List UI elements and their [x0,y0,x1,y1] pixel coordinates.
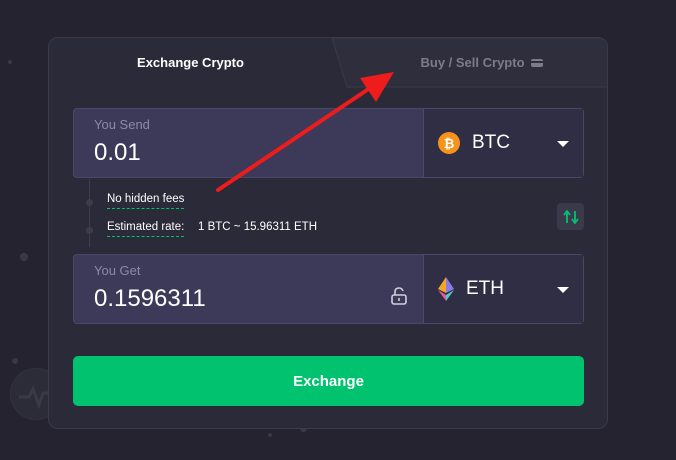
swap-arrows-icon [562,209,579,224]
exchange-button[interactable]: Exchange [73,356,584,406]
credit-card-icon [530,58,543,67]
exchange-widget: Exchange Crypto Buy / Sell Crypto You Se… [48,37,608,429]
background-dot [12,358,18,364]
send-amount-input[interactable]: 0.01 [94,139,141,167]
info-connector-line [89,179,90,247]
tab-buy-sell-crypto[interactable]: Buy / Sell Crypto [354,38,607,87]
chevron-down-icon [557,141,569,147]
estimated-rate-link[interactable]: Estimated rate: [107,221,185,237]
send-currency-select[interactable]: ₿ BTC [423,109,583,177]
ethereum-icon [438,277,454,301]
tab-buy-sell-crypto-label: Buy / Sell Crypto [420,55,525,70]
swap-button[interactable] [557,203,584,230]
chevron-down-icon [557,287,569,293]
get-field[interactable]: You Get 0.1596311 ETH [73,254,584,324]
send-label: You Send [94,117,150,132]
background-dot [20,253,28,261]
send-field[interactable]: You Send 0.01 ₿ BTC [73,108,584,178]
estimated-rate-value: 1 BTC ~ 15.96311 ETH [198,221,318,233]
get-currency-select[interactable]: ETH [423,255,583,323]
info-dot [86,227,93,234]
background-dot [268,433,272,437]
no-hidden-fees-link[interactable]: No hidden fees [107,193,185,209]
bitcoin-icon: ₿ [438,132,460,154]
unlock-icon[interactable] [391,287,407,305]
get-label: You Get [94,263,141,278]
tab-exchange-crypto-label: Exchange Crypto [137,55,244,70]
send-currency-name: BTC [472,132,510,153]
get-currency-name: ETH [466,278,504,299]
tab-exchange-crypto[interactable]: Exchange Crypto [49,38,332,87]
info-dot [86,199,93,206]
get-amount-value: 0.1596311 [94,285,206,312]
background-dot [8,60,12,64]
